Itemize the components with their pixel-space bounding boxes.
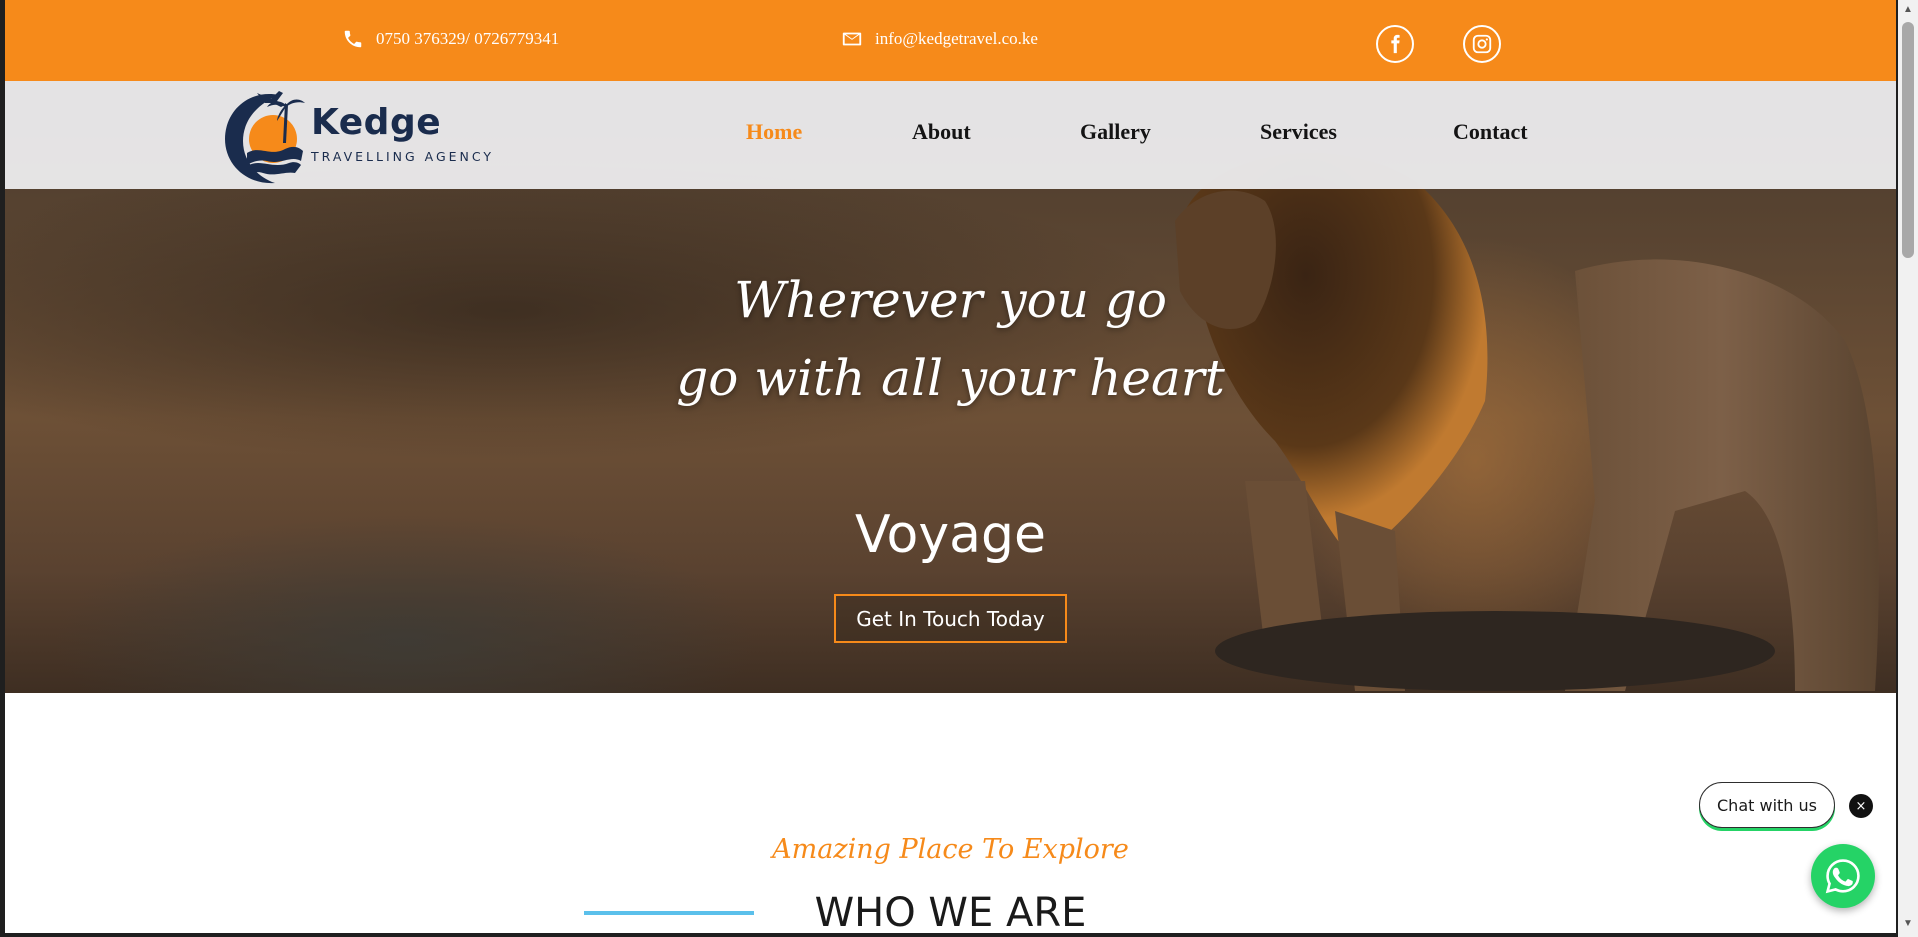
instagram-link[interactable]: [1463, 25, 1501, 63]
section-title: WHO WE ARE: [814, 890, 1087, 933]
nav-services[interactable]: Services: [1260, 119, 1337, 145]
phone-number: 0750 376329/ 0726779341: [376, 29, 560, 48]
scroll-down-arrow[interactable]: ▼: [1902, 918, 1914, 930]
whatsapp-button[interactable]: [1811, 844, 1875, 908]
logo-emblem: [225, 91, 305, 184]
whatsapp-icon: [1825, 859, 1860, 894]
scroll-thumb[interactable]: [1902, 22, 1914, 258]
chat-close-button[interactable]: ×: [1849, 794, 1873, 818]
facebook-link[interactable]: [1376, 25, 1414, 63]
page-scrollbar[interactable]: ▲ ▼: [1898, 0, 1918, 937]
main-navbar: Kedge TRAVELLING AGENCY Home About Galle…: [5, 81, 1896, 189]
instagram-icon: [1472, 34, 1492, 54]
nav-home[interactable]: Home: [746, 119, 802, 145]
facebook-icon: [1391, 34, 1400, 54]
envelope-icon: [842, 32, 862, 46]
lion-image: [1175, 152, 1879, 691]
logo-tagline: TRAVELLING AGENCY: [311, 149, 495, 164]
browser-viewport: Wherever you go go with all your heart V…: [5, 0, 1896, 933]
window-bottom-edge: [0, 933, 1898, 937]
phone-icon: [344, 30, 362, 48]
chat-with-us-bubble[interactable]: Chat with us: [1699, 782, 1835, 828]
nav-contact[interactable]: Contact: [1453, 119, 1528, 145]
phone-contact[interactable]: 0750 376329/ 0726779341: [342, 28, 559, 50]
hero-tagline-line1: Wherever you go: [734, 271, 1167, 329]
section-subtitle: Amazing Place To Explore: [772, 834, 1129, 865]
get-in-touch-button[interactable]: Get In Touch Today: [834, 594, 1067, 643]
hero-tagline-line2: go with all your heart: [676, 349, 1225, 407]
hero-title: Voyage: [855, 505, 1046, 565]
nav-about[interactable]: About: [912, 119, 971, 145]
email-address: info@kedgetravel.co.ke: [875, 29, 1038, 48]
email-contact[interactable]: info@kedgetravel.co.ke: [841, 28, 1038, 50]
nav-gallery[interactable]: Gallery: [1080, 119, 1151, 145]
scroll-up-arrow[interactable]: ▲: [1902, 4, 1914, 16]
kedge-logo[interactable]: Kedge TRAVELLING AGENCY: [219, 81, 499, 189]
logo-name: Kedge: [311, 102, 442, 143]
contact-topbar: 0750 376329/ 0726779341 info@kedgetravel…: [5, 0, 1896, 81]
logo-wordmark: Kedge TRAVELLING AGENCY: [311, 102, 495, 165]
